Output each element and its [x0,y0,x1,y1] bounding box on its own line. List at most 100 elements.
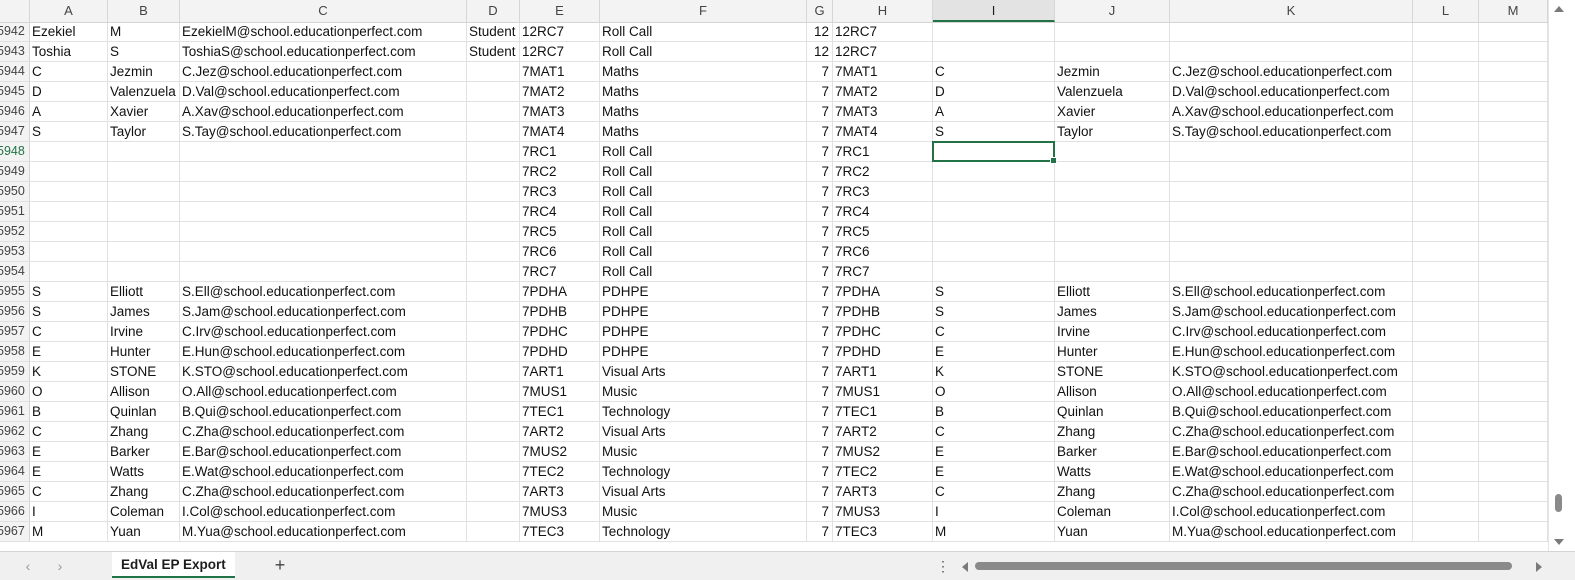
cell-a[interactable]: C [30,322,108,341]
row-header[interactable]: 5963 [0,442,30,461]
cell-k[interactable]: B.Qui@school.educationperfect.com [1170,402,1413,421]
cell-k[interactable]: I.Col@school.educationperfect.com [1170,502,1413,521]
cell-d[interactable] [467,262,520,281]
cell-h[interactable]: 7TEC3 [833,522,933,541]
cell-l[interactable] [1413,102,1479,121]
cell-a[interactable]: D [30,82,108,101]
cell-f[interactable]: Roll Call [600,222,807,241]
cell-e[interactable]: 7RC4 [520,202,600,221]
cell-m[interactable] [1479,42,1548,61]
cell-h[interactable]: 7RC1 [833,142,933,161]
cell-h[interactable]: 7MUS1 [833,382,933,401]
cell-l[interactable] [1413,442,1479,461]
cell-k[interactable] [1170,22,1413,41]
cell-c[interactable] [180,142,467,161]
cell-h[interactable]: 7RC6 [833,242,933,261]
cell-e[interactable]: 7PDHB [520,302,600,321]
cell-h[interactable]: 7TEC1 [833,402,933,421]
cell-l[interactable] [1413,142,1479,161]
column-header-k[interactable]: K [1170,0,1413,22]
cell-e[interactable]: 7TEC1 [520,402,600,421]
cell-l[interactable] [1413,482,1479,501]
cell-d[interactable]: Student [467,42,520,61]
cell-m[interactable] [1479,522,1548,541]
cell-j[interactable] [1055,262,1170,281]
cell-l[interactable] [1413,122,1479,141]
cell-d[interactable] [467,482,520,501]
cell-c[interactable] [180,242,467,261]
cell-g[interactable]: 7 [807,502,833,521]
cell-a[interactable]: I [30,502,108,521]
cell-l[interactable] [1413,282,1479,301]
cell-h[interactable]: 7TEC2 [833,462,933,481]
cell-b[interactable]: Hunter [108,342,180,361]
cell-f[interactable]: Roll Call [600,22,807,41]
cell-b[interactable]: STONE [108,362,180,381]
cell-g[interactable]: 7 [807,162,833,181]
cell-b[interactable]: S [108,42,180,61]
cell-e[interactable]: 7TEC2 [520,462,600,481]
cell-j[interactable] [1055,202,1170,221]
cell-g[interactable]: 7 [807,262,833,281]
cell-g[interactable]: 7 [807,442,833,461]
cell-j[interactable]: Barker [1055,442,1170,461]
scroll-right-icon[interactable] [1536,562,1542,572]
cell-g[interactable]: 7 [807,482,833,501]
cell-c[interactable]: D.Val@school.educationperfect.com [180,82,467,101]
cell-b[interactable]: James [108,302,180,321]
cell-e[interactable]: 12RC7 [520,42,600,61]
cell-j[interactable]: Yuan [1055,522,1170,541]
cell-a[interactable] [30,182,108,201]
cell-m[interactable] [1479,342,1548,361]
cell-e[interactable]: 7MUS2 [520,442,600,461]
cell-b[interactable] [108,142,180,161]
cell-c[interactable]: B.Qui@school.educationperfect.com [180,402,467,421]
cell-e[interactable]: 7RC2 [520,162,600,181]
cell-a[interactable]: S [30,282,108,301]
cell-g[interactable]: 7 [807,282,833,301]
cell-k[interactable]: A.Xav@school.educationperfect.com [1170,102,1413,121]
cell-j[interactable] [1055,222,1170,241]
cell-i[interactable] [933,42,1055,61]
cell-d[interactable] [467,202,520,221]
vertical-scroll-thumb[interactable] [1555,494,1562,512]
cell-m[interactable] [1479,102,1548,121]
cell-g[interactable]: 7 [807,302,833,321]
cell-m[interactable] [1479,162,1548,181]
cell-c[interactable]: ToshiaS@school.educationperfect.com [180,42,467,61]
cell-k[interactable] [1170,42,1413,61]
cell-j[interactable]: Watts [1055,462,1170,481]
cell-k[interactable]: C.Zha@school.educationperfect.com [1170,482,1413,501]
cell-b[interactable] [108,182,180,201]
row-header[interactable]: 5956 [0,302,30,321]
cell-b[interactable] [108,242,180,261]
cell-g[interactable]: 7 [807,102,833,121]
cell-a[interactable]: C [30,62,108,81]
row-header[interactable]: 5947 [0,122,30,141]
cell-k[interactable]: E.Wat@school.educationperfect.com [1170,462,1413,481]
cell-m[interactable] [1479,142,1548,161]
cell-d[interactable] [467,242,520,261]
cell-a[interactable] [30,262,108,281]
cell-j[interactable]: Elliott [1055,282,1170,301]
cell-g[interactable]: 7 [807,382,833,401]
row-header[interactable]: 5954 [0,262,30,281]
row-header[interactable]: 5957 [0,322,30,341]
cell-g[interactable]: 7 [807,82,833,101]
cell-i[interactable]: D [933,82,1055,101]
cell-d[interactable] [467,82,520,101]
cell-h[interactable]: 12RC7 [833,42,933,61]
cell-l[interactable] [1413,322,1479,341]
column-header-a[interactable]: A [30,0,108,22]
column-header-b[interactable]: B [108,0,180,22]
cell-m[interactable] [1479,402,1548,421]
cell-f[interactable]: PDHPE [600,282,807,301]
horizontal-scroll-thumb[interactable] [975,562,1512,570]
cell-k[interactable]: M.Yua@school.educationperfect.com [1170,522,1413,541]
cell-f[interactable]: Roll Call [600,162,807,181]
cell-i[interactable] [933,262,1055,281]
cell-l[interactable] [1413,62,1479,81]
cell-e[interactable]: 7PDHA [520,282,600,301]
cell-f[interactable]: PDHPE [600,302,807,321]
cell-f[interactable]: Visual Arts [600,362,807,381]
